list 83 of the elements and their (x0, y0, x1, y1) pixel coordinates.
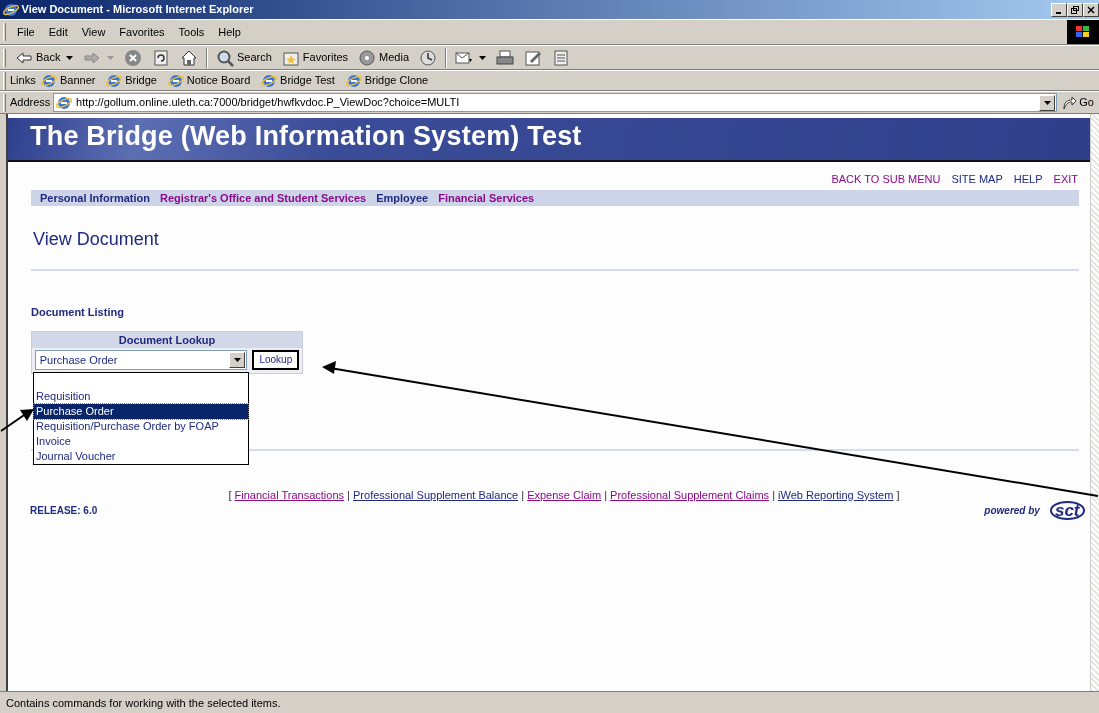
page-heading: View Document (33, 227, 160, 251)
separator-text: | (521, 488, 525, 501)
refresh-icon (151, 48, 170, 67)
media-icon (358, 48, 377, 67)
menu-item[interactable]: Favorites (112, 22, 172, 42)
nav-link[interactable]: Financial Services (438, 189, 535, 206)
document-type-select[interactable]: Purchase Order (34, 350, 248, 370)
address-field[interactable]: http://gollum.online.uleth.ca:7000/bridget/hwfkvdoc.P_ViewDoc?choice=MULTI (53, 93, 1058, 112)
address-label: Address (10, 95, 51, 111)
top-link[interactable]: HELP (1013, 171, 1043, 188)
caret-icon (233, 358, 241, 362)
favorites-button[interactable]: Favorites (276, 48, 354, 67)
dropdown-option[interactable]: Purchase Order (34, 404, 248, 419)
window-title: View Document - Microsoft Internet Explorer (21, 2, 254, 18)
bracket-text: [ (228, 488, 232, 501)
powered-by-text: powered by (984, 504, 1040, 519)
top-link[interactable]: BACK TO SUB MENU (831, 171, 941, 188)
menu-item[interactable]: View (74, 22, 113, 42)
top-link[interactable]: SITE MAP (951, 171, 1003, 188)
bracket-text: ] (896, 488, 900, 501)
favorite-link[interactable]: Bridge (106, 72, 157, 89)
nav-link[interactable]: Personal Information (40, 189, 151, 206)
dropdown-option[interactable]: Invoice (34, 434, 248, 449)
scrollbar[interactable] (1090, 114, 1099, 691)
nav-link[interactable]: Registrar's Office and Student Services (160, 189, 367, 206)
caret-icon (1043, 100, 1051, 105)
ie-page-icon (106, 72, 123, 89)
ie-page-icon (261, 72, 278, 89)
ie-page-icon (56, 94, 73, 111)
nav-link[interactable]: Employee (376, 189, 429, 206)
edit-icon (523, 48, 542, 67)
history-icon (419, 48, 438, 67)
dropdown-option[interactable]: Journal Voucher (34, 449, 248, 464)
close-button[interactable] (1083, 2, 1099, 17)
ie-page-icon (41, 72, 58, 89)
footer-link[interactable]: Expense Claim (527, 488, 602, 501)
sct-logo: sct (1049, 501, 1085, 521)
dropdown-button[interactable] (1039, 94, 1056, 111)
search-icon (215, 48, 234, 67)
favorite-link[interactable]: Bridge Test (261, 72, 335, 89)
release-text: RELEASE: 6.0 (30, 504, 98, 519)
footer-link[interactable]: iWeb Reporting System (778, 488, 894, 501)
section-title: Document Listing (31, 304, 125, 320)
menu-item[interactable]: Edit (41, 22, 75, 42)
page-banner: The Bridge (Web Information System) Test (8, 118, 1090, 162)
status-text: Contains commands for working with the selected items. (0, 691, 1099, 713)
menu-item[interactable]: Help (211, 22, 248, 42)
document-icon (551, 48, 570, 67)
menu-item[interactable]: File (10, 22, 42, 42)
home-icon (179, 48, 198, 67)
footer-link[interactable]: Professional Supplement Balance (353, 488, 519, 501)
dropdown-option[interactable]: Requisition/Purchase Order by FOAP (34, 419, 248, 434)
stop-icon (123, 48, 142, 67)
dropdown-option[interactable]: Requisition (34, 389, 248, 404)
lookup-button[interactable]: Lookup (252, 350, 300, 370)
close-icon (1087, 6, 1095, 15)
links-label: Links (10, 73, 36, 89)
ie-page-icon (345, 72, 362, 89)
media-button[interactable]: Media (353, 48, 415, 67)
separator-text: | (772, 488, 775, 501)
windows-logo-icon (1067, 20, 1099, 44)
restore-button[interactable] (1067, 2, 1083, 17)
top-link[interactable]: EXIT (1053, 171, 1078, 188)
favorite-link[interactable]: Notice Board (167, 72, 251, 89)
printer-icon (495, 48, 514, 67)
footer-link[interactable]: Professional Supplement Claims (610, 488, 770, 501)
ie-page-icon (2, 1, 19, 18)
separator-text: | (604, 488, 608, 501)
ie-page-icon (167, 72, 184, 89)
caret-icon[interactable] (66, 55, 74, 60)
favorite-link[interactable]: Banner (41, 72, 96, 89)
minimize-button[interactable] (1051, 2, 1067, 17)
search-button[interactable]: Search (210, 48, 277, 67)
separator-text: | (347, 488, 350, 501)
favorite-link[interactable]: Bridge Clone (345, 72, 429, 89)
restore-icon (1071, 6, 1079, 15)
back-button[interactable]: Back (10, 48, 79, 67)
go-arrow-icon (1062, 95, 1077, 110)
go-button[interactable]: Go (1057, 94, 1099, 111)
menu-item[interactable]: Tools (171, 22, 212, 42)
caret-icon[interactable] (478, 55, 486, 60)
footer-link[interactable]: Financial Transactions (234, 488, 345, 501)
lookup-title: Document Lookup (32, 332, 302, 348)
